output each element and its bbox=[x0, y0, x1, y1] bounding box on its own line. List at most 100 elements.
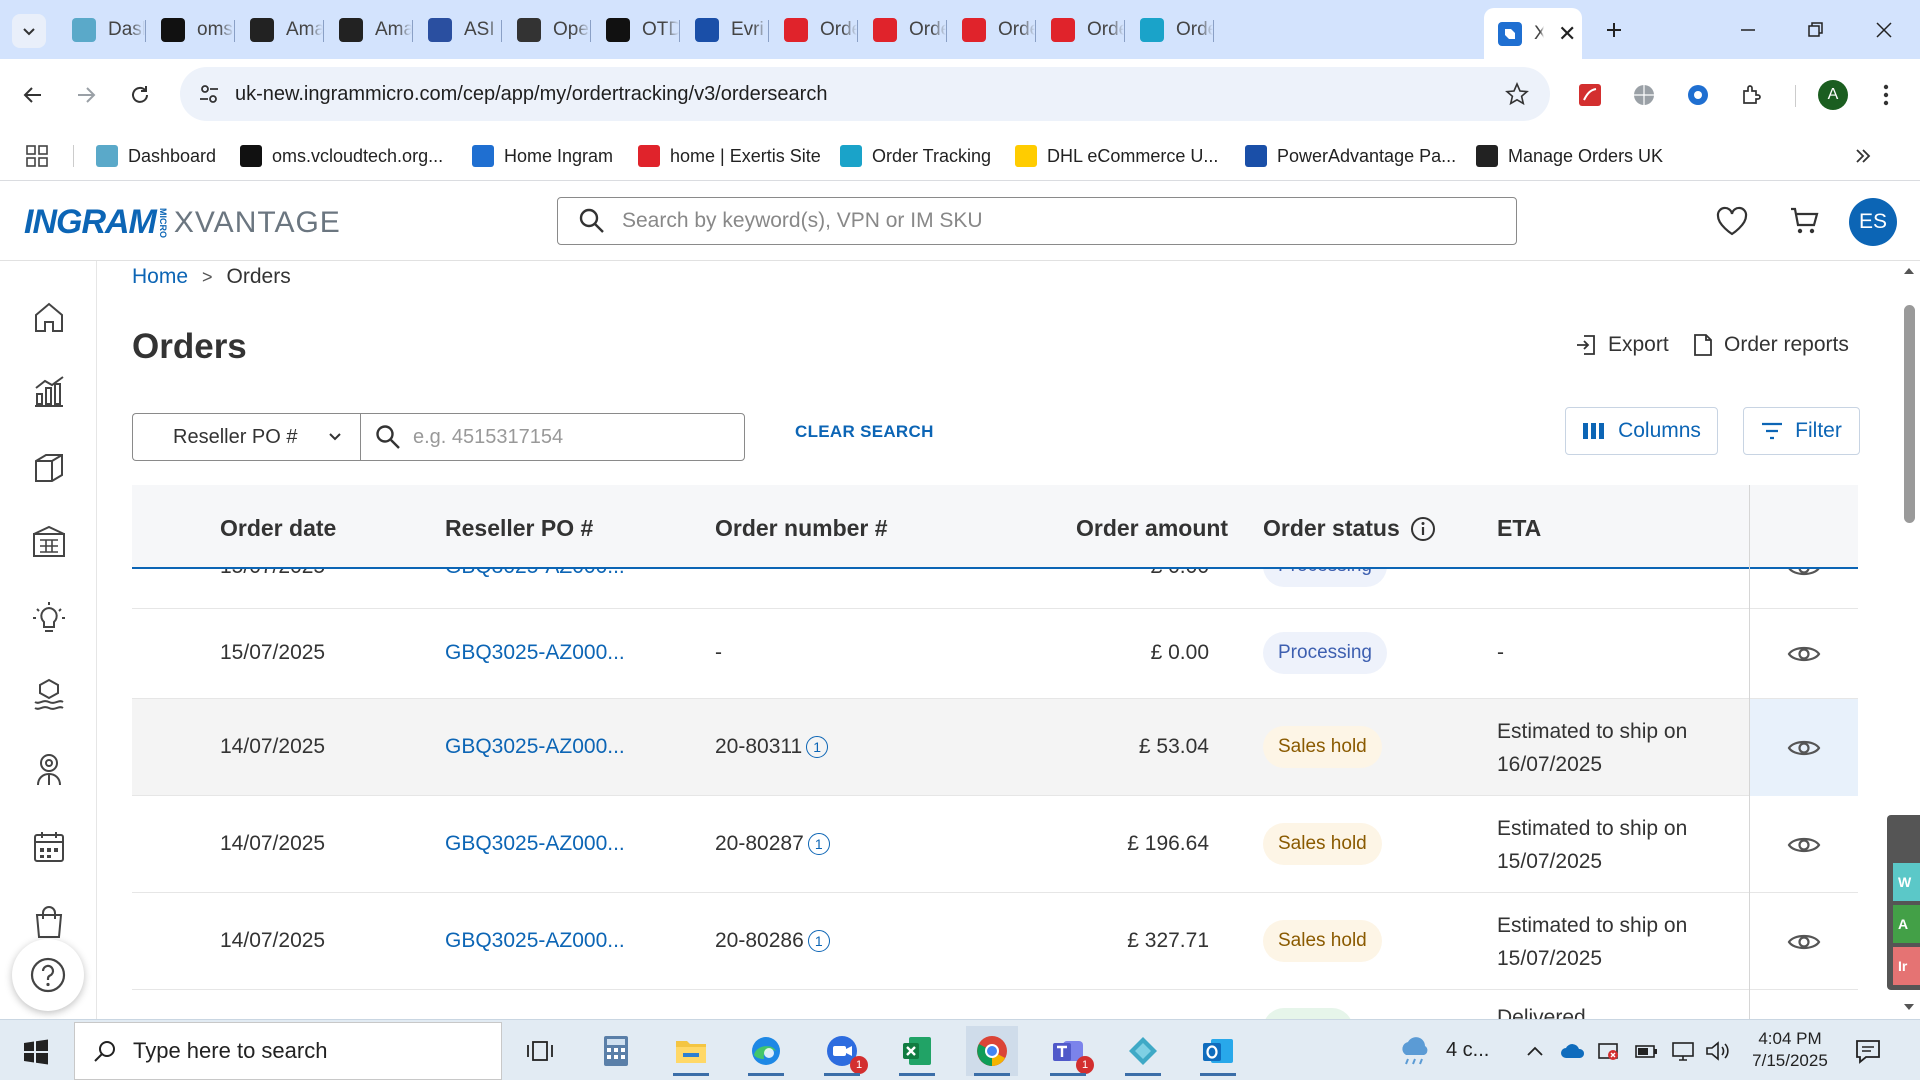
clear-search-button[interactable]: CLEAR SEARCH bbox=[795, 422, 934, 442]
close-tab-icon[interactable]: ✕ bbox=[1558, 21, 1576, 47]
apps-grid-icon[interactable] bbox=[26, 139, 48, 173]
row-reseller-po-link[interactable]: GBQ3025-AZ000... bbox=[445, 832, 625, 856]
order-reports-button[interactable]: Order reports bbox=[1692, 333, 1849, 357]
po-search-input[interactable] bbox=[413, 425, 713, 449]
zoom-icon[interactable]: 1 bbox=[816, 1026, 868, 1076]
cloud-services-icon[interactable] bbox=[28, 673, 70, 715]
po-search-box[interactable] bbox=[360, 413, 745, 461]
header-order-date[interactable]: Order date bbox=[220, 515, 336, 542]
calculator-icon[interactable] bbox=[590, 1026, 642, 1076]
chrome-icon[interactable] bbox=[966, 1026, 1018, 1076]
close-window-button[interactable] bbox=[1854, 10, 1914, 50]
browser-tab[interactable]: Ama bbox=[325, 10, 412, 50]
bookmark-item[interactable]: Home Ingram bbox=[472, 139, 613, 173]
profile-avatar[interactable]: A bbox=[1815, 77, 1851, 113]
info-icon[interactable] bbox=[1410, 516, 1436, 542]
extension-icon[interactable] bbox=[1680, 77, 1716, 113]
table-row[interactable]: 14/07/2025 GBQ3025-AZ000... 20-80286 1 £ … bbox=[132, 893, 1858, 990]
breadcrumb-home-link[interactable]: Home bbox=[132, 265, 188, 289]
widget-tab-ir[interactable]: Ir bbox=[1893, 947, 1920, 985]
header-reseller-po[interactable]: Reseller PO # bbox=[445, 515, 593, 542]
header-order-amount[interactable]: Order amount bbox=[1076, 515, 1228, 542]
outlook-icon[interactable] bbox=[1192, 1026, 1244, 1076]
app-diamond-icon[interactable] bbox=[1117, 1026, 1169, 1076]
browser-tab[interactable]: ASI P bbox=[414, 10, 501, 50]
globe-extension-icon[interactable] bbox=[1626, 77, 1662, 113]
browser-tab[interactable]: Oper bbox=[503, 10, 590, 50]
browser-tab[interactable]: Dash bbox=[58, 10, 145, 50]
browser-tab[interactable]: Orde bbox=[1037, 10, 1124, 50]
show-hidden-icons[interactable] bbox=[1526, 1020, 1544, 1080]
side-feedback-widget[interactable]: W A Ir bbox=[1887, 815, 1920, 990]
browser-tab[interactable]: OTDI bbox=[592, 10, 679, 50]
table-row[interactable]: 15/07/2025 GBQ3025-AZ000... - £ 0.00 Pro… bbox=[132, 609, 1858, 699]
row-reseller-po-link[interactable]: GBQ3025-AZ000... bbox=[445, 929, 625, 953]
info-icon[interactable]: 1 bbox=[807, 930, 830, 953]
bookmark-item[interactable]: Manage Orders UK bbox=[1476, 139, 1663, 173]
back-button[interactable] bbox=[15, 77, 51, 113]
analytics-chart-icon[interactable] bbox=[28, 371, 70, 413]
header-eta[interactable]: ETA bbox=[1497, 515, 1541, 542]
bookmark-item[interactable]: oms.vcloudtech.org... bbox=[240, 139, 443, 173]
network-icon[interactable] bbox=[1670, 1020, 1696, 1080]
address-bar[interactable]: uk-new.ingrammicro.com/cep/app/my/ordert… bbox=[180, 67, 1550, 121]
edge-browser-icon[interactable] bbox=[740, 1026, 792, 1076]
view-order-button[interactable] bbox=[1749, 990, 1858, 1019]
view-order-button[interactable] bbox=[1749, 699, 1858, 796]
table-row[interactable]: 14/07/2025 GBQ3025-AZ000... 20-80311 1 £ … bbox=[132, 699, 1858, 796]
ingram-xvantage-logo[interactable]: INGRAM MICRO XVANTAGE bbox=[24, 203, 341, 242]
bookmark-item[interactable]: home | Exertis Site bbox=[638, 139, 821, 173]
reload-button[interactable] bbox=[122, 77, 158, 113]
browser-tab[interactable]: Orde bbox=[948, 10, 1035, 50]
search-field-select[interactable]: Reseller PO # bbox=[132, 413, 361, 461]
forward-button[interactable] bbox=[68, 77, 104, 113]
favorites-heart-icon[interactable] bbox=[1710, 199, 1754, 243]
file-explorer-icon[interactable] bbox=[665, 1026, 717, 1076]
tab-active[interactable]: X ✕ bbox=[1484, 8, 1582, 59]
info-icon[interactable]: 1 bbox=[807, 833, 830, 856]
header-order-number[interactable]: Order number # bbox=[715, 515, 888, 542]
product-box-icon[interactable] bbox=[28, 447, 70, 489]
restore-button[interactable] bbox=[1786, 10, 1846, 50]
info-icon[interactable]: 1 bbox=[806, 736, 829, 759]
header-order-status[interactable]: Order status bbox=[1263, 515, 1436, 542]
taskbar-search-box[interactable]: Type here to search bbox=[74, 1022, 502, 1080]
home-icon[interactable] bbox=[28, 296, 70, 338]
onedrive-icon[interactable] bbox=[1560, 1020, 1586, 1080]
view-order-button[interactable] bbox=[1749, 893, 1858, 990]
row-reseller-po-link[interactable]: GBQ3025-AZ000... bbox=[445, 641, 625, 665]
system-clock[interactable]: 4:04 PM 7/15/2025 bbox=[1740, 1028, 1840, 1072]
browser-tab[interactable]: Orde bbox=[859, 10, 946, 50]
table-row[interactable]: Delivered bbox=[132, 990, 1858, 1019]
global-search-box[interactable] bbox=[557, 197, 1517, 245]
row-reseller-po-link[interactable]: GBQ3025-AZ000... bbox=[445, 569, 625, 579]
lightbulb-icon[interactable] bbox=[28, 598, 70, 640]
excel-icon[interactable] bbox=[891, 1026, 943, 1076]
view-order-button[interactable] bbox=[1749, 569, 1858, 609]
browser-tab[interactable]: Orde bbox=[770, 10, 857, 50]
help-button[interactable] bbox=[12, 939, 84, 1011]
row-reseller-po-link[interactable]: GBQ3025-AZ000... bbox=[445, 735, 625, 759]
browser-tab[interactable]: Orde bbox=[1126, 10, 1213, 50]
bookmark-item[interactable]: Dashboard bbox=[96, 139, 216, 173]
more-bookmarks-icon[interactable] bbox=[1854, 139, 1872, 173]
tab-search-button[interactable] bbox=[12, 14, 46, 48]
notifications-icon[interactable] bbox=[1854, 1020, 1882, 1080]
bookmark-item[interactable]: Order Tracking bbox=[840, 139, 991, 173]
cart-icon[interactable] bbox=[1782, 199, 1826, 243]
filter-button[interactable]: Filter bbox=[1743, 407, 1860, 455]
security-status-icon[interactable] bbox=[1596, 1020, 1620, 1080]
view-order-button[interactable] bbox=[1749, 609, 1858, 699]
weather-widget[interactable]: 4 c... bbox=[1398, 1020, 1489, 1080]
table-row[interactable]: 15/07/2025 GBQ3025-AZ000... £ 0.00 Proce… bbox=[132, 569, 1858, 609]
browser-tab[interactable]: Evri | bbox=[681, 10, 768, 50]
task-view-icon[interactable] bbox=[514, 1026, 566, 1076]
star-icon[interactable] bbox=[1505, 82, 1529, 106]
bookmark-item[interactable]: DHL eCommerce U... bbox=[1015, 139, 1218, 173]
user-avatar[interactable]: ES bbox=[1849, 198, 1897, 246]
shopping-bag-icon[interactable] bbox=[28, 901, 70, 943]
new-tab-button[interactable] bbox=[1582, 10, 1646, 50]
export-button[interactable]: Export bbox=[1574, 333, 1669, 357]
kebab-menu-icon[interactable] bbox=[1868, 77, 1904, 113]
browser-tab[interactable]: oms. bbox=[147, 10, 234, 50]
